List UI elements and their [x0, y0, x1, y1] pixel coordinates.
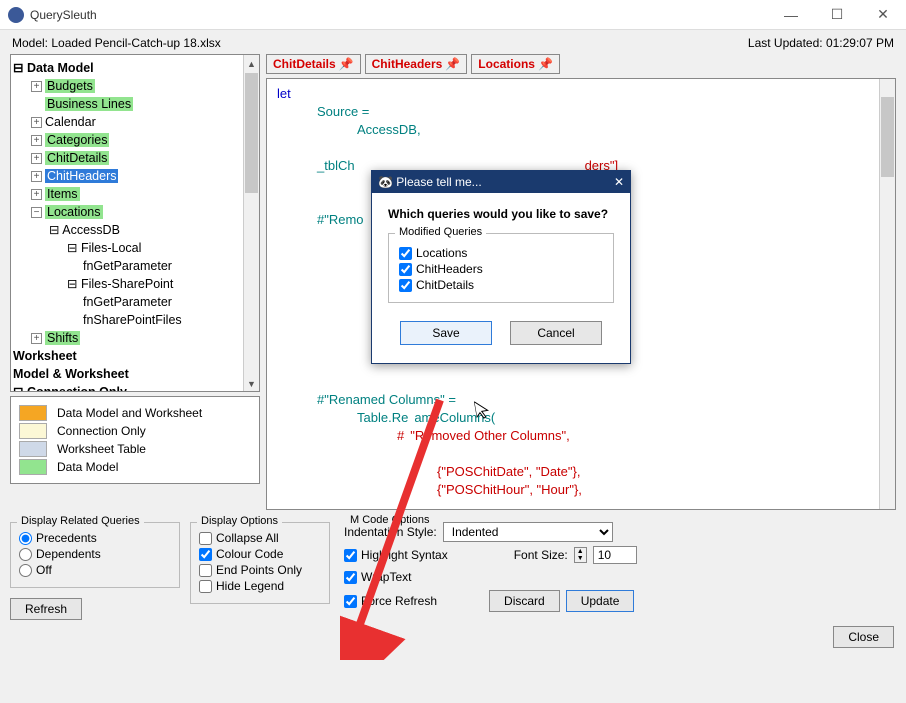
tree-item-shifts[interactable]: +Shifts — [13, 329, 257, 347]
cancel-button[interactable]: Cancel — [510, 321, 602, 345]
chk-endpoints[interactable]: End Points Only — [199, 563, 321, 577]
tree-item-categories[interactable]: +Categories — [13, 131, 257, 149]
tree-item-fn3[interactable]: fnSharePointFiles — [13, 311, 257, 329]
tree-root[interactable]: ⊟ Data Model — [13, 59, 257, 77]
app-title: QuerySleuth — [30, 8, 768, 22]
update-button[interactable]: Update — [566, 590, 635, 612]
fontsize-label: Font Size: — [514, 548, 568, 562]
mcode-options-group: M Code Options Indentation Style: Indent… — [340, 522, 896, 612]
code-scrollbar[interactable] — [879, 79, 895, 509]
fontsize-spinner[interactable]: ▲▼ — [574, 547, 587, 563]
tree-panel[interactable]: ⊟ Data Model +Budgets Business Lines +Ca… — [10, 54, 260, 392]
window-buttons: — ☐ ✕ — [768, 0, 906, 30]
tree-item-filessp[interactable]: ⊟ Files-SharePoint — [13, 275, 257, 293]
legend-swatch-orange — [19, 405, 47, 421]
radio-dependents[interactable]: Dependents — [19, 547, 171, 561]
fontsize-input[interactable] — [593, 546, 637, 564]
maximize-button[interactable]: ☐ — [814, 0, 860, 30]
tree-item-items[interactable]: +Items — [13, 185, 257, 203]
pin-icon[interactable]: 📌 — [538, 57, 553, 71]
app-icon — [8, 7, 24, 23]
pin-icon[interactable]: 📌 — [339, 57, 354, 71]
status-row: Model: Loaded Pencil-Catch-up 18.xlsx La… — [0, 30, 906, 54]
indent-select[interactable]: Indented — [443, 522, 613, 542]
tree-item-accessdb[interactable]: ⊟ AccessDB — [13, 221, 257, 239]
indent-label: Indentation Style: — [344, 525, 437, 539]
dialog-close-icon[interactable]: ✕ — [614, 175, 624, 189]
tree-item-fileslocal[interactable]: ⊟ Files-Local — [13, 239, 257, 257]
radio-off[interactable]: Off — [19, 563, 171, 577]
legend-swatch-cream — [19, 423, 47, 439]
refresh-button[interactable]: Refresh — [10, 598, 82, 620]
dispopts-title: Display Options — [197, 515, 282, 527]
legend-swatch-green — [19, 459, 47, 475]
save-dialog: 🐼 Please tell me... ✕ Which queries woul… — [371, 170, 631, 364]
tab-row: ChitDetails📌 ChitHeaders📌 Locations📌 — [266, 54, 896, 74]
tree-modelworksheet[interactable]: Model & Worksheet — [13, 365, 257, 383]
tree-item-chitdetails[interactable]: +ChitDetails — [13, 149, 257, 167]
titlebar: QuerySleuth — ☐ ✕ — [0, 0, 906, 30]
tree-item-budgets[interactable]: +Budgets — [13, 77, 257, 95]
chk-forcerefresh[interactable]: Force Refresh — [344, 594, 437, 608]
close-button[interactable]: Close — [833, 626, 894, 648]
related-title: Display Related Queries — [17, 515, 144, 527]
mcode-title: M Code Options — [346, 514, 433, 526]
chk-collapseall[interactable]: Collapse All — [199, 531, 321, 545]
dialog-question: Which queries would you like to save? — [388, 207, 614, 221]
display-options-group: Display Options Collapse All Colour Code… — [190, 522, 330, 604]
legend-panel: Data Model and Worksheet Connection Only… — [10, 396, 260, 484]
legend-label-b: Connection Only — [57, 424, 146, 438]
legend-label-d: Data Model — [57, 460, 118, 474]
model-status: Model: Loaded Pencil-Catch-up 18.xlsx — [12, 36, 221, 50]
chk-save-locations[interactable]: Locations — [399, 246, 603, 260]
tree-item-fn2[interactable]: fnGetParameter — [13, 293, 257, 311]
chk-save-chitheaders[interactable]: ChitHeaders — [399, 262, 603, 276]
tree-item-calendar[interactable]: +Calendar — [13, 113, 257, 131]
tree-worksheet[interactable]: Worksheet — [13, 347, 257, 365]
pin-icon[interactable]: 📌 — [445, 57, 460, 71]
chk-highlightsyntax[interactable]: Highlight Syntax — [344, 548, 448, 562]
tab-chitheaders[interactable]: ChitHeaders📌 — [365, 54, 468, 74]
tree-item-chitheaders[interactable]: +ChitHeaders — [13, 167, 257, 185]
tab-locations[interactable]: Locations📌 — [471, 54, 560, 74]
radio-precedents[interactable]: Precedents — [19, 531, 171, 545]
last-updated: Last Updated: 01:29:07 PM — [748, 36, 894, 50]
tree-scrollbar[interactable]: ▲▼ — [243, 55, 259, 391]
modified-queries-title: Modified Queries — [395, 226, 486, 238]
related-queries-group: Display Related Queries Precedents Depen… — [10, 522, 180, 588]
minimize-button[interactable]: — — [768, 0, 814, 30]
tree-connectiononly[interactable]: ⊟ Connection Only — [13, 383, 257, 392]
tree-item-fn1[interactable]: fnGetParameter — [13, 257, 257, 275]
close-window-button[interactable]: ✕ — [860, 0, 906, 30]
tree-item-businesslines[interactable]: Business Lines — [13, 95, 257, 113]
legend-label-c: Worksheet Table — [57, 442, 146, 456]
tree-item-locations[interactable]: −Locations — [13, 203, 257, 221]
chk-colourcode[interactable]: Colour Code — [199, 547, 321, 561]
dialog-icon: 🐼 — [378, 175, 393, 189]
discard-button[interactable]: Discard — [489, 590, 560, 612]
legend-swatch-blue — [19, 441, 47, 457]
tab-chitdetails[interactable]: ChitDetails📌 — [266, 54, 361, 74]
chk-hidelegend[interactable]: Hide Legend — [199, 579, 321, 593]
save-button[interactable]: Save — [400, 321, 492, 345]
dialog-title: Please tell me... — [396, 175, 481, 189]
chk-save-chitdetails[interactable]: ChitDetails — [399, 278, 603, 292]
chk-wraptext[interactable]: WrapText — [344, 570, 411, 584]
legend-label-a: Data Model and Worksheet — [57, 406, 202, 420]
